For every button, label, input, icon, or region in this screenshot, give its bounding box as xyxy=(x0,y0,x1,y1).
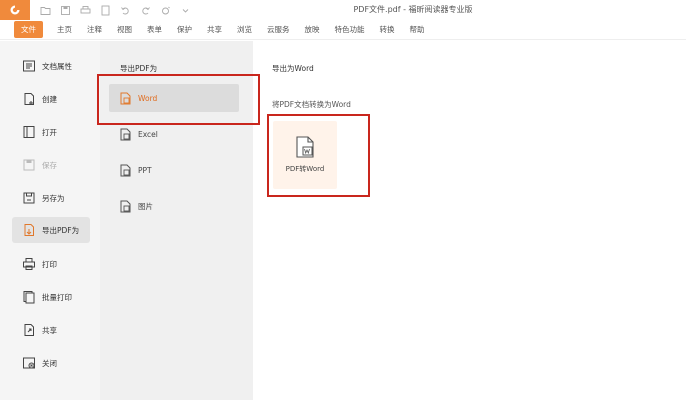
sidebar-item-create[interactable]: 创建 xyxy=(12,86,90,112)
sidebar-item-export[interactable]: 导出PDF为 xyxy=(12,217,90,243)
menu-help[interactable]: 帮助 xyxy=(410,24,425,35)
sidebar-item-label: 共享 xyxy=(42,325,57,335)
sidebar-item-batch-print[interactable]: 批量打印 xyxy=(12,284,90,310)
menu-share[interactable]: 共享 xyxy=(207,24,222,35)
highlight-box-word-option xyxy=(97,74,260,125)
highlight-box-pdf-to-word xyxy=(267,114,370,197)
sidebar-item-label: 导出PDF为 xyxy=(42,225,80,235)
menu-cloud[interactable]: 云服务 xyxy=(267,24,290,35)
save-as-icon xyxy=(22,191,36,205)
batch-print-icon xyxy=(22,290,36,304)
menu-features[interactable]: 特色功能 xyxy=(335,24,365,35)
excel-file-icon xyxy=(119,128,132,141)
save-icon xyxy=(22,158,36,172)
close-icon xyxy=(22,356,36,370)
menu-slideshow[interactable]: 放映 xyxy=(305,24,320,35)
image-file-icon xyxy=(119,200,132,213)
sidebar-item-label: 文档属性 xyxy=(42,61,72,71)
content-title: 导出为Word xyxy=(272,64,314,73)
share-icon xyxy=(22,323,36,337)
menu-view[interactable]: 视图 xyxy=(117,24,132,35)
export-option-ppt[interactable]: PPT xyxy=(109,156,239,184)
open-icon xyxy=(22,125,36,139)
menu-form[interactable]: 表单 xyxy=(147,24,162,35)
ppt-file-icon xyxy=(119,164,132,177)
sidebar-item-label: 打印 xyxy=(42,259,57,269)
sidebar-item-label: 批量打印 xyxy=(42,292,72,302)
menu-convert[interactable]: 转换 xyxy=(380,24,395,35)
export-icon xyxy=(22,223,36,237)
export-option-label: Excel xyxy=(138,129,158,139)
export-content-area: 导出为Word 将PDF文档转换为Word PDF转Word xyxy=(253,41,686,400)
export-option-label: PPT xyxy=(138,165,152,175)
sidebar-item-close[interactable]: 关闭 xyxy=(12,350,90,376)
title-bar: PDF文件.pdf - 福昕阅读器专业版 xyxy=(0,0,686,20)
sidebar-item-label: 创建 xyxy=(42,94,57,104)
sidebar-item-share[interactable]: 共享 xyxy=(12,317,90,343)
print-icon xyxy=(22,257,36,271)
menu-protect[interactable]: 保护 xyxy=(177,24,192,35)
create-icon xyxy=(22,92,36,106)
doc-properties-icon xyxy=(22,59,36,73)
sidebar-item-save-as[interactable]: 另存为 xyxy=(12,185,90,211)
sidebar-item-label: 打开 xyxy=(42,127,57,137)
sidebar-item-label: 另存为 xyxy=(42,193,65,203)
export-option-label: 图片 xyxy=(138,201,153,211)
menu-bar: 文件 主页 注释 视图 表单 保护 共享 浏览 云服务 放映 特色功能 转换 帮… xyxy=(0,20,686,40)
window-title: PDF文件.pdf - 福昕阅读器专业版 xyxy=(353,5,473,14)
export-panel-title: 导出PDF为 xyxy=(120,64,158,73)
menu-browse[interactable]: 浏览 xyxy=(237,24,252,35)
menu-comment[interactable]: 注释 xyxy=(87,24,102,35)
sidebar-item-print[interactable]: 打印 xyxy=(12,251,90,277)
sidebar-item-label: 关闭 xyxy=(42,358,57,368)
sidebar-item-save[interactable]: 保存 xyxy=(12,152,90,178)
sidebar-item-label: 保存 xyxy=(42,160,57,170)
sidebar-item-open[interactable]: 打开 xyxy=(12,119,90,145)
menu-file[interactable]: 文件 xyxy=(14,21,43,38)
sidebar-item-doc-properties[interactable]: 文档属性 xyxy=(12,53,90,79)
export-option-image[interactable]: 图片 xyxy=(109,192,239,220)
content-subtitle: 将PDF文档转换为Word xyxy=(272,100,351,109)
file-sidebar: 文档属性 创建 打开 保存 另存为 导出PDF为 打印 批量打印 共享 关闭 xyxy=(0,41,100,400)
menu-home[interactable]: 主页 xyxy=(57,24,72,35)
